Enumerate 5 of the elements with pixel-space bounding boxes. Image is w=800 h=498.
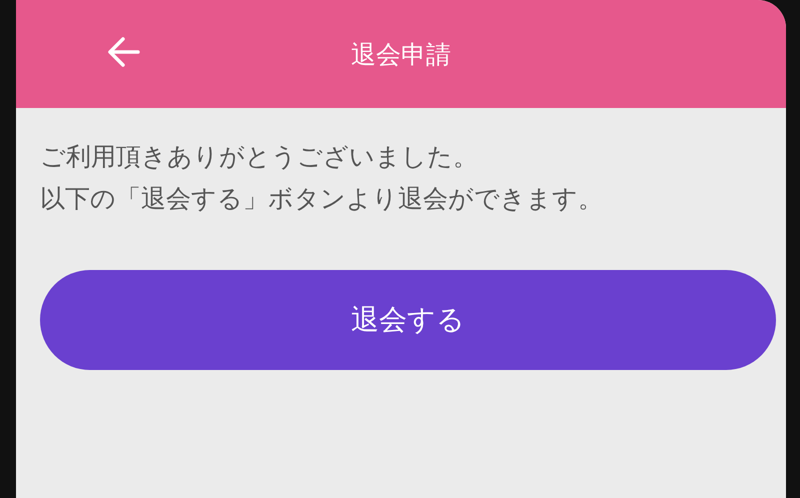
back-arrow-icon[interactable]	[106, 34, 142, 70]
withdraw-button[interactable]: 退会する	[40, 270, 776, 370]
message-text: 以下の「退会する」ボタンより退会ができます。	[40, 183, 604, 215]
page-title: 退会申請	[351, 38, 451, 70]
message-text: ご利用頂きありがとうございました。	[40, 141, 479, 173]
